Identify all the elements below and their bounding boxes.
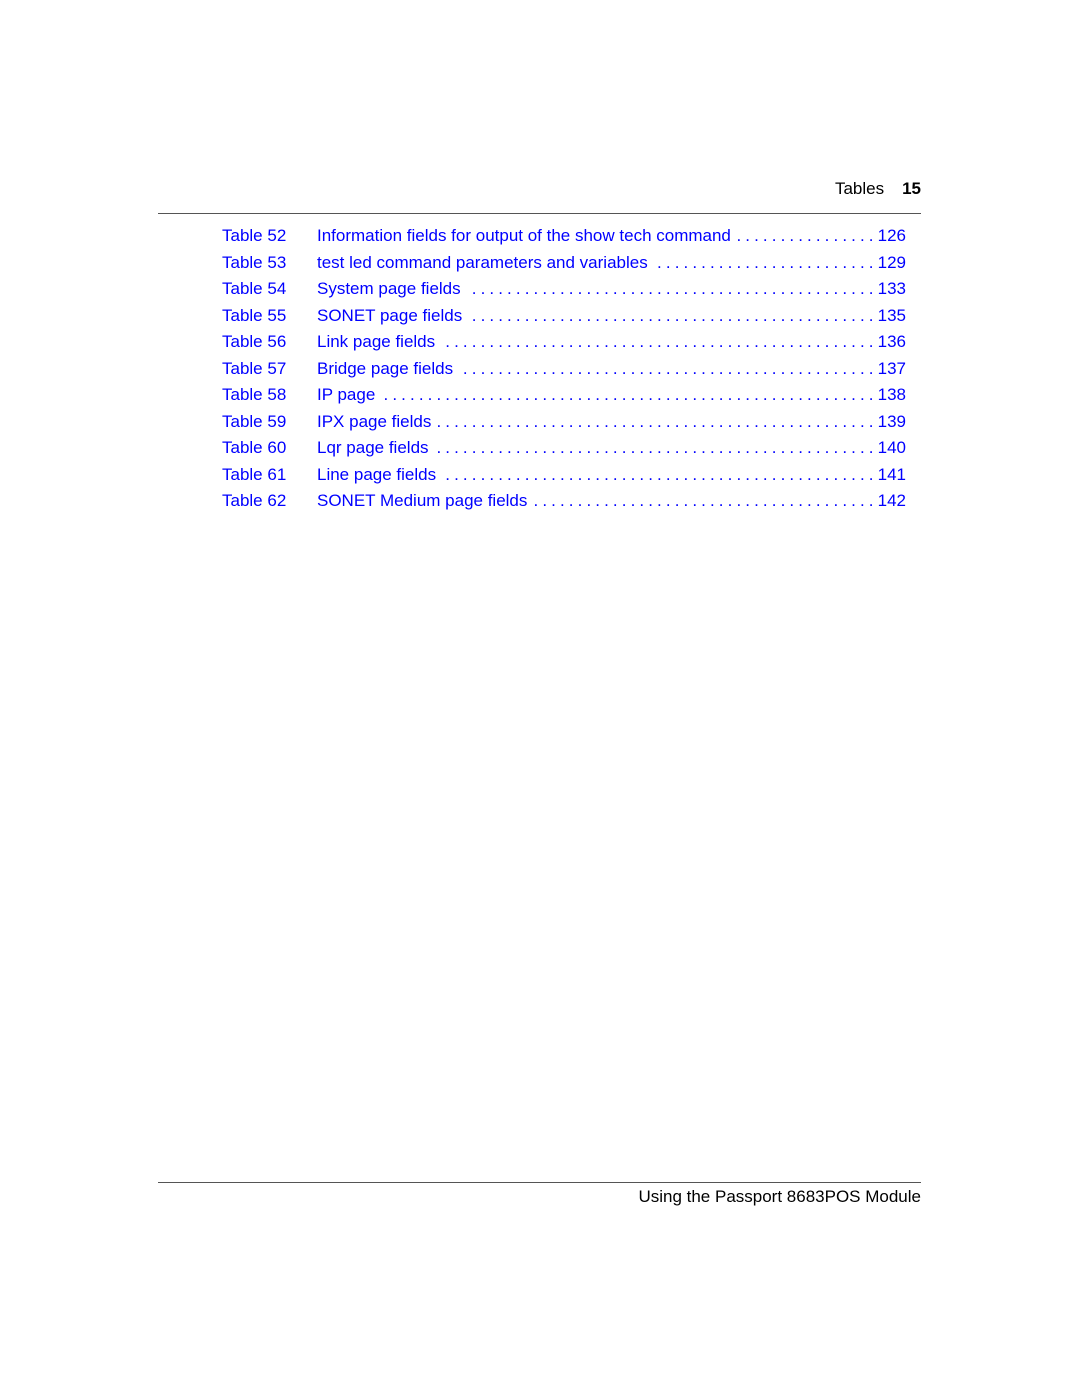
toc-dot-leader: ........................................… [467, 279, 878, 298]
toc-dot-leader: ........................................… [441, 332, 878, 351]
toc-entry-label: Table 60 [222, 438, 287, 457]
toc-entry-label: Table 53 [222, 252, 287, 272]
toc-entry-page: 142 [877, 491, 906, 510]
toc-entry-label: Table 56 [222, 332, 287, 351]
toc-entry-label: Table 59 [222, 411, 287, 431]
toc-entry-title: IPX page fields [317, 411, 432, 431]
toc-entry-page: 141 [877, 464, 906, 484]
toc-entry-title: SONET page fields [317, 305, 463, 325]
toc-entry-table-61[interactable]: Table 61 Line page fields ..............… [222, 463, 906, 490]
toc-entry-label: Table 62 [222, 491, 287, 510]
toc-entry-page: 133 [877, 279, 906, 298]
toc-entry-label: Table 61 [222, 464, 287, 484]
toc-dot-leader: ........................................… [459, 358, 878, 378]
toc-dot-leader: ........................................… [381, 385, 878, 404]
header-page-number: 15 [902, 179, 921, 198]
header-section-title: Tables [834, 179, 885, 198]
toc-entry-label: Table 55 [222, 305, 287, 325]
toc-entry-page: 136 [877, 332, 906, 351]
toc-entry-title: Lqr page fields [317, 438, 429, 457]
footer-divider [158, 1182, 921, 1183]
toc-entry-title: Line page fields [317, 464, 437, 484]
toc-entry-page: 126 [877, 226, 906, 245]
toc-entry-table-54[interactable]: Table 54 System page fields ............… [222, 277, 906, 304]
toc-entry-table-58[interactable]: Table 58 IP page .......................… [222, 383, 906, 410]
toc-entry-table-53[interactable]: Table 53 test led command parameters and… [222, 251, 906, 278]
toc-entry-table-52[interactable]: Table 52 Information fields for output o… [222, 224, 906, 251]
toc-dot-leader: ........................................… [468, 305, 878, 325]
running-footer: Using the Passport 8683POS Module [638, 1187, 921, 1206]
toc-dot-leader: ........................................… [654, 252, 878, 272]
toc-entry-page: 137 [877, 358, 906, 378]
toc-entry-title: Bridge page fields [317, 358, 454, 378]
toc-entry-title: Link page fields [317, 332, 436, 351]
toc-entry-title: Information fields for output of the sho… [317, 226, 731, 245]
toc-entry-label: Table 52 [222, 226, 287, 245]
toc-entry-label: Table 57 [222, 358, 287, 378]
toc-entry-title: SONET Medium page fields [317, 491, 528, 510]
toc-dot-leader: ........................................… [533, 491, 878, 510]
toc-entry-table-59[interactable]: Table 59 IPX page fields ...............… [222, 410, 906, 437]
toc-entry-label: Table 58 [222, 385, 287, 404]
toc-entry-title: System page fields [317, 279, 461, 298]
toc-entry-title: test led command parameters and variable… [317, 252, 648, 272]
toc-dot-leader: ........................................… [442, 464, 878, 484]
toc-entry-table-62[interactable]: Table 62 SONET Medium page fields ......… [222, 489, 906, 516]
toc-entry-table-55[interactable]: Table 55 SONET page fields .............… [222, 304, 906, 331]
toc-entry-page: 140 [877, 438, 906, 457]
header-divider [158, 213, 921, 214]
toc-entry-table-56[interactable]: Table 56 Link page fields ..............… [222, 330, 906, 357]
table-of-contents-list: Table 52 Information fields for output o… [222, 224, 906, 516]
toc-entry-label: Table 54 [222, 279, 287, 298]
toc-entry-page: 138 [877, 385, 906, 404]
toc-dot-leader: ........................................… [435, 438, 878, 457]
toc-entry-table-60[interactable]: Table 60 Lqr page fields ...............… [222, 436, 906, 463]
toc-entry-page: 135 [877, 305, 906, 325]
toc-entry-page: 129 [877, 252, 906, 272]
toc-entry-title: IP page [317, 385, 376, 404]
toc-entry-table-57[interactable]: Table 57 Bridge page fields ............… [222, 357, 906, 384]
toc-dot-leader: ........................................… [437, 411, 878, 431]
toc-dot-leader: ........................................… [736, 226, 878, 245]
running-header: Tables 15 [158, 177, 921, 201]
toc-entry-page: 139 [877, 411, 906, 431]
